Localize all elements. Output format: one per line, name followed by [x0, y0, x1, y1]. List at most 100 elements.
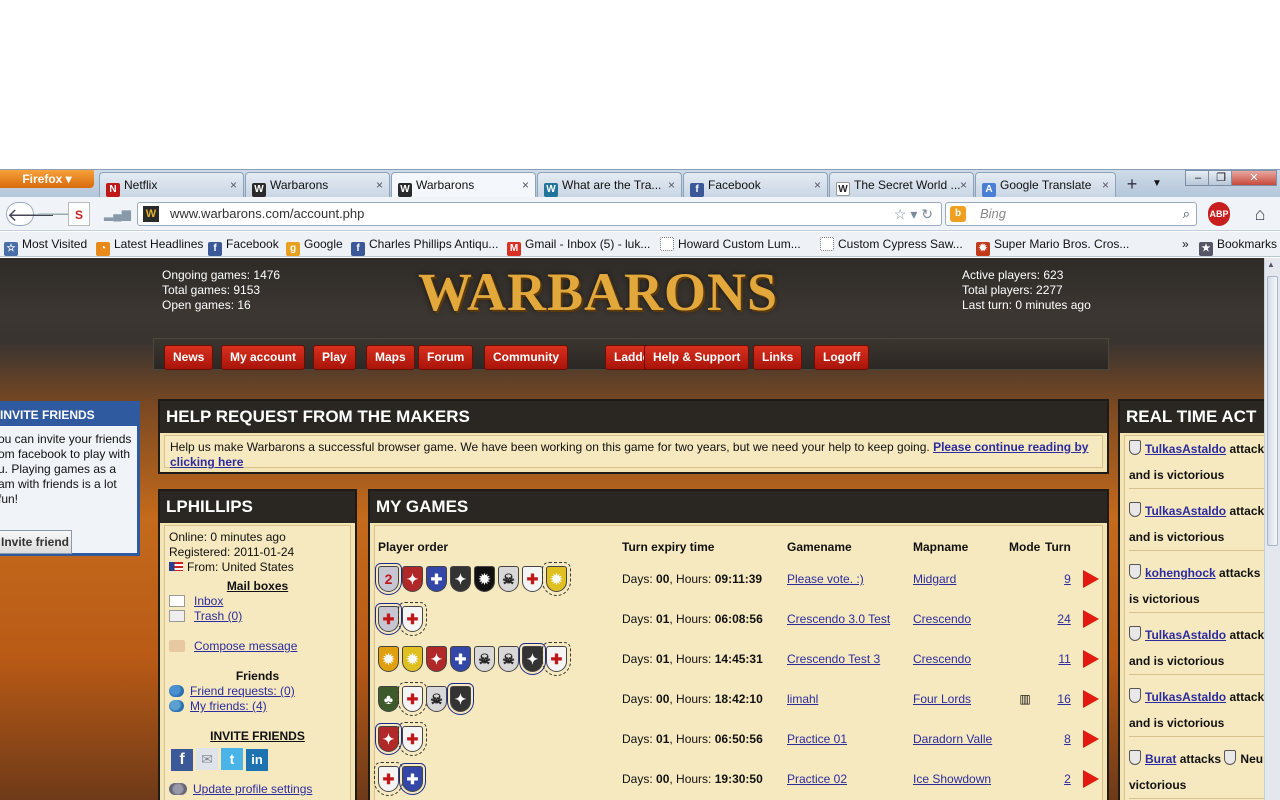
game-name-link[interactable]: Crescendo Test 3 — [787, 652, 880, 666]
player-shield-icon[interactable]: ✹ — [474, 566, 495, 592]
game-name-link[interactable]: limahl — [787, 692, 818, 706]
scroll-up-icon[interactable]: ▲ — [1267, 260, 1275, 269]
tab-close-icon[interactable]: × — [522, 173, 529, 197]
list-all-tabs-button[interactable]: ▼ — [1148, 173, 1166, 196]
tab-7[interactable]: A Google Translate × — [975, 172, 1116, 197]
play-game-arrow-icon[interactable] — [1082, 570, 1099, 588]
warbarons-logo[interactable]: WARBARONS — [418, 262, 784, 322]
player-shield-icon[interactable]: ✚ — [398, 722, 427, 756]
bookmark-item[interactable]: f Facebook — [208, 232, 279, 256]
player-shield-icon[interactable]: ✦ — [450, 566, 471, 592]
game-name-link[interactable]: Practice 02 — [787, 772, 847, 786]
player-link[interactable]: Burat — [1145, 752, 1176, 766]
player-shield-icon[interactable]: ✦ — [426, 646, 447, 672]
bookmarks-overflow-chevron-icon[interactable]: » — [1182, 232, 1189, 256]
turn-link[interactable]: 16 — [1057, 692, 1070, 706]
turn-link[interactable]: 8 — [1064, 732, 1071, 746]
game-name-link[interactable]: Practice 01 — [787, 732, 847, 746]
tab-1[interactable]: N Netflix × — [99, 172, 244, 197]
tab-close-icon[interactable]: × — [960, 173, 967, 197]
scrollbar-thumb[interactable] — [1267, 276, 1278, 546]
bookmark-item[interactable]: ☆ Most Visited — [4, 232, 87, 256]
play-game-arrow-icon[interactable] — [1082, 650, 1099, 668]
update-profile-settings-link[interactable]: Update profile settings — [193, 782, 312, 796]
page-scrollbar[interactable]: ▲ — [1264, 258, 1280, 800]
tab-close-icon[interactable]: × — [814, 173, 821, 197]
search-bar[interactable]: b Bing ⌕ — [945, 202, 1197, 226]
adblock-icon[interactable]: ABP — [1208, 202, 1230, 226]
map-name-link[interactable]: Crescendo — [913, 652, 971, 666]
player-shield-icon[interactable]: ✦ — [447, 683, 474, 715]
player-shield-icon[interactable]: ♣ — [378, 686, 399, 712]
game-name-link[interactable]: Please vote. :) — [787, 572, 864, 586]
player-shield-icon[interactable]: ☠ — [498, 566, 519, 592]
twitter-share-icon[interactable]: t — [221, 748, 243, 770]
url-dropdown-icon[interactable]: ▾ — [910, 206, 917, 222]
tab-close-icon[interactable]: × — [1102, 173, 1109, 197]
player-shield-icon[interactable]: ✦ — [402, 566, 423, 592]
menu-maps[interactable]: Maps — [366, 345, 415, 370]
my-friends-link[interactable]: My friends: (4) — [190, 699, 267, 713]
turn-link[interactable]: 24 — [1057, 612, 1070, 626]
player-shield-icon[interactable]: 2 — [375, 563, 402, 595]
menu-forum[interactable]: Forum — [418, 345, 474, 370]
firefox-menu-button[interactable]: Firefox ▾ — [0, 170, 94, 188]
linkedin-share-icon[interactable]: in — [246, 749, 268, 771]
trash-link[interactable]: Trash (0) — [194, 609, 242, 623]
tab-close-icon[interactable]: × — [668, 173, 675, 197]
map-name-link[interactable]: Daradorn Valle — [913, 732, 992, 746]
menu-play[interactable]: Play — [313, 345, 356, 370]
tab-5[interactable]: f Facebook × — [683, 172, 828, 197]
email-share-icon[interactable]: ✉ — [196, 748, 218, 770]
turn-link[interactable]: 11 — [1058, 652, 1070, 666]
player-shield-icon[interactable]: ✚ — [542, 642, 571, 676]
player-link[interactable]: TulkasAstaldo — [1145, 442, 1226, 456]
bookmark-item[interactable]: ✹ Super Mario Bros. Cros... — [976, 232, 1129, 256]
stumbleupon-icon[interactable]: S — [68, 202, 90, 226]
player-link[interactable]: kohenghock — [1145, 566, 1216, 580]
bing-engine-icon[interactable]: b — [950, 206, 966, 222]
turn-link[interactable]: 2 — [1064, 772, 1071, 786]
tab-close-icon[interactable]: × — [376, 173, 383, 197]
player-shield-icon[interactable]: ✚ — [450, 646, 471, 672]
play-game-arrow-icon[interactable] — [1082, 690, 1099, 708]
compose-message-link[interactable]: Compose message — [194, 639, 297, 653]
back-arrow-icon[interactable]: 🡐 — [6, 202, 55, 226]
inbox-link[interactable]: Inbox — [194, 594, 223, 608]
player-shield-icon[interactable]: ☠ — [426, 686, 447, 712]
player-shield-icon[interactable]: ☠ — [474, 646, 495, 672]
player-shield-icon[interactable]: ✚ — [522, 566, 543, 592]
play-game-arrow-icon[interactable] — [1082, 730, 1099, 748]
bookmark-item[interactable]: M Gmail - Inbox (5) - luk... — [507, 232, 650, 256]
tab-3[interactable]: W Warbarons × — [391, 172, 536, 198]
player-shield-icon[interactable]: ✚ — [426, 566, 447, 592]
turn-link[interactable]: 9 — [1064, 572, 1071, 586]
bookmarks-menu-button[interactable]: ★ Bookmarks — [1199, 232, 1277, 256]
tab-6[interactable]: W The Secret World ... × — [829, 172, 974, 197]
search-magnifier-icon[interactable]: ⌕ — [1183, 203, 1190, 225]
facebook-share-icon[interactable]: f — [171, 749, 193, 771]
map-name-link[interactable]: Crescendo — [913, 612, 971, 626]
player-shield-icon[interactable]: ✦ — [519, 643, 546, 675]
player-shield-icon[interactable]: ✦ — [375, 723, 402, 755]
bookmark-item[interactable]: g Google — [286, 232, 343, 256]
menu-news[interactable]: News — [164, 345, 214, 370]
tab-close-icon[interactable]: × — [230, 173, 237, 197]
menu-my-account[interactable]: My account — [221, 345, 306, 370]
bookmark-item[interactable]: f Charles Phillips Antiqu... — [351, 232, 498, 256]
signal-bars-icon[interactable]: ▂▄▆ — [104, 202, 131, 226]
close-window-button[interactable]: ✕ — [1231, 170, 1277, 186]
bookmark-item[interactable]: ◔ Latest Headlines — [96, 232, 203, 256]
player-shield-icon[interactable]: ✚ — [398, 602, 427, 636]
new-tab-button[interactable]: + — [1119, 173, 1145, 196]
menu-links[interactable]: Links — [753, 345, 803, 370]
invite-friend-button[interactable]: Invite friend — [0, 530, 72, 554]
menu-community[interactable]: Community — [484, 345, 568, 370]
player-shield-icon[interactable]: ✹ — [402, 646, 423, 672]
player-shield-icon[interactable]: ☠ — [498, 646, 519, 672]
home-icon[interactable]: ⌂ — [1248, 202, 1272, 226]
menu-help-support[interactable]: Help & Support — [644, 345, 750, 370]
friend-requests-link[interactable]: Friend requests: (0) — [190, 684, 295, 698]
menu-logoff[interactable]: Logoff — [814, 345, 870, 370]
bookmark-item[interactable]: Custom Cypress Saw... — [820, 232, 963, 256]
